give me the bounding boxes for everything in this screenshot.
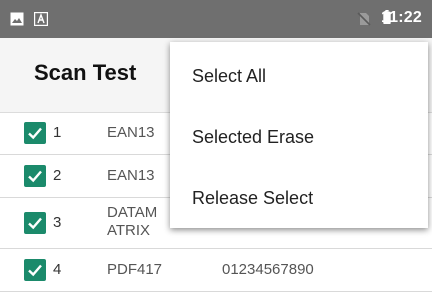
overflow-menu: Select All Selected Erase Release Select <box>170 42 428 228</box>
row-number: 4 <box>53 261 62 278</box>
check-icon <box>28 127 42 140</box>
menu-item-label: Release Select <box>192 188 314 208</box>
page-title: Scan Test <box>34 60 137 85</box>
row-checkbox[interactable] <box>24 165 46 187</box>
barcode-value: 01234567890 <box>222 261 314 278</box>
check-icon <box>28 264 42 277</box>
menu-item-select-all[interactable]: Select All <box>170 48 428 104</box>
row-checkbox[interactable] <box>24 259 46 281</box>
row-checkbox[interactable] <box>24 122 46 144</box>
a-letter-icon <box>34 12 48 26</box>
barcode-type: EAN13 <box>107 124 155 141</box>
check-icon <box>28 217 42 230</box>
row-number: 3 <box>53 214 62 231</box>
barcode-type: EAN13 <box>107 167 155 184</box>
list-item[interactable]: 4 PDF417 01234567890 <box>0 249 432 292</box>
row-checkbox[interactable] <box>24 212 46 234</box>
menu-item-label: Select All <box>192 66 267 86</box>
barcode-type: PDF417 <box>107 261 163 278</box>
image-icon <box>10 12 24 26</box>
clock: 11:22 <box>380 9 422 26</box>
menu-item-selected-erase[interactable]: Selected Erase <box>170 109 428 165</box>
status-bar: 11:22 <box>0 0 432 38</box>
menu-item-release-select[interactable]: Release Select <box>170 170 428 226</box>
menu-item-label: Selected Erase <box>192 127 315 147</box>
check-icon <box>28 170 42 183</box>
row-number: 1 <box>53 124 62 141</box>
no-sim-icon <box>357 12 371 26</box>
row-number: 2 <box>53 167 62 184</box>
barcode-type: DATAMATRIX <box>107 204 158 239</box>
